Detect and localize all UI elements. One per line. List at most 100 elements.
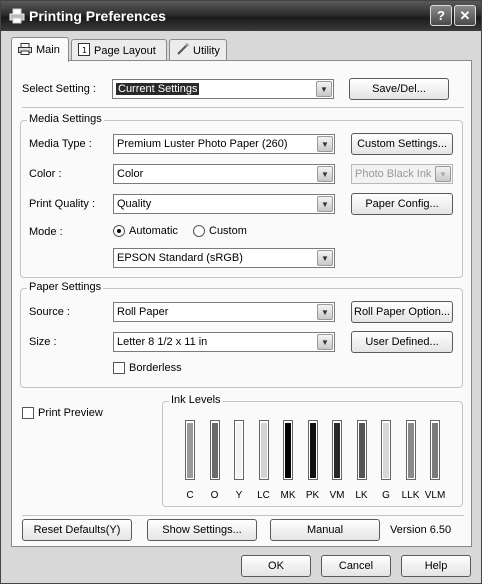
title-bar[interactable]: Printing Preferences	[1, 1, 481, 31]
ink-bar-llk	[405, 420, 416, 480]
chevron-down-icon: ▼	[317, 166, 333, 182]
main-tab-panel: Select Setting : Current Settings ▼ Save…	[11, 60, 472, 547]
ink-fill-mk	[285, 423, 291, 478]
ink-label-mk: MK	[280, 490, 296, 501]
wrench-icon	[176, 42, 189, 59]
print-quality-value: Quality	[117, 198, 152, 210]
roll-paper-option-button[interactable]: Roll Paper Option...	[351, 301, 453, 323]
ink-bar-y	[234, 420, 244, 480]
ok-button[interactable]: OK	[241, 555, 311, 577]
tab-utility[interactable]: Utility	[169, 39, 227, 61]
tab-page-layout-label: Page Layout	[94, 44, 156, 57]
media-settings-group: Media Settings Media Type : Premium Lust…	[20, 113, 463, 278]
tab-main-label: Main	[36, 44, 60, 56]
mode-label: Mode :	[29, 226, 63, 238]
ink-bar-o	[209, 420, 220, 480]
size-dropdown[interactable]: Letter 8 1/2 x 11 in ▼	[113, 332, 335, 352]
show-settings-button[interactable]: Show Settings...	[147, 519, 257, 541]
ink-fill-vm	[334, 423, 340, 478]
color-label: Color :	[29, 168, 62, 180]
media-settings-title: Media Settings	[27, 113, 104, 125]
help-button[interactable]: Help	[401, 555, 471, 577]
ink-bar-lk	[356, 420, 367, 480]
ink-fill-llk	[407, 423, 414, 478]
user-defined-button[interactable]: User Defined...	[351, 331, 453, 353]
ink-label-lc: LC	[257, 490, 270, 501]
reset-defaults-button[interactable]: Reset Defaults(Y)	[22, 519, 132, 541]
help-title-button[interactable]: ?	[430, 5, 452, 26]
cancel-button[interactable]: Cancel	[321, 555, 391, 577]
version-label: Version 6.50	[390, 524, 452, 536]
mode-automatic-label: Automatic	[129, 225, 178, 237]
size-value: Letter 8 1/2 x 11 in	[117, 336, 208, 348]
ink-label-pk: PK	[305, 490, 320, 501]
tab-utility-label: Utility	[193, 44, 220, 57]
ink-label-o: O	[210, 490, 219, 501]
paper-settings-group: Paper Settings Source : Roll Paper ▼ Rol…	[20, 281, 463, 388]
mode-automatic-radio[interactable]: Automatic	[113, 225, 178, 237]
media-type-dropdown[interactable]: Premium Luster Photo Paper (260) ▼	[113, 134, 335, 154]
print-preview-label: Print Preview	[38, 407, 103, 419]
printing-preferences-window: Printing Preferences ? ✕ Main 1 Page Lay…	[0, 0, 482, 584]
printer-app-icon	[9, 8, 25, 24]
borderless-checkbox[interactable]: Borderless	[113, 362, 182, 374]
color-value: Color	[117, 168, 144, 180]
chevron-down-icon: ▼	[316, 81, 332, 97]
print-preview-checkbox[interactable]: Print Preview	[22, 407, 103, 419]
chevron-down-icon: ▼	[317, 136, 333, 152]
color-dropdown[interactable]: Color ▼	[113, 164, 335, 184]
ink-bar-mk	[283, 420, 293, 480]
checkbox-icon	[22, 407, 34, 419]
ink-fill-vlm	[432, 423, 438, 478]
radio-selected-icon	[113, 225, 125, 237]
page-icon: 1	[78, 42, 90, 59]
mode-dropdown[interactable]: EPSON Standard (sRGB) ▼	[113, 248, 335, 268]
radio-unselected-icon	[193, 225, 205, 237]
window-title: Printing Preferences	[29, 8, 166, 24]
ink-fill-lc	[260, 423, 267, 478]
save-del-button[interactable]: Save/Del...	[349, 78, 449, 100]
source-value: Roll Paper	[117, 306, 169, 318]
ink-label-c: C	[186, 490, 194, 501]
ink-fill-g	[383, 423, 389, 478]
chevron-down-icon: ▼	[317, 304, 333, 320]
tab-main[interactable]: Main	[11, 37, 69, 62]
ink-bar-pk	[307, 420, 318, 480]
divider	[22, 107, 464, 108]
select-setting-dropdown[interactable]: Current Settings ▼	[112, 79, 334, 99]
print-quality-label: Print Quality :	[29, 198, 96, 210]
ink-label-y: Y	[235, 490, 243, 501]
ink-bar-vlm	[430, 420, 440, 480]
size-label: Size :	[29, 336, 57, 348]
mode-custom-radio[interactable]: Custom	[193, 225, 247, 237]
mode-value: EPSON Standard (sRGB)	[117, 252, 243, 264]
ink-fill-lk	[358, 423, 365, 478]
divider	[22, 515, 464, 516]
chevron-down-icon: ▼	[317, 196, 333, 212]
help-icon: ?	[437, 8, 445, 23]
ink-label-vm: VM	[329, 490, 345, 501]
checkbox-icon	[113, 362, 125, 374]
paper-config-button[interactable]: Paper Config...	[351, 193, 453, 215]
manual-button[interactable]: Manual	[270, 519, 380, 541]
custom-settings-button[interactable]: Custom Settings...	[351, 133, 453, 155]
close-title-button[interactable]: ✕	[454, 5, 476, 26]
print-quality-dropdown[interactable]: Quality ▼	[113, 194, 335, 214]
source-dropdown[interactable]: Roll Paper ▼	[113, 302, 335, 322]
chevron-down-icon: ▼	[435, 166, 451, 182]
ink-fill-y	[236, 423, 242, 478]
ink-bar-c	[185, 420, 195, 480]
ink-fill-c	[187, 423, 193, 478]
close-icon: ✕	[459, 8, 471, 23]
ink-fill-o	[211, 423, 218, 478]
svg-text:1: 1	[82, 46, 87, 55]
borderless-label: Borderless	[129, 362, 182, 374]
source-label: Source :	[29, 306, 70, 318]
chevron-down-icon: ▼	[317, 334, 333, 350]
ink-label-lk: LK	[355, 490, 368, 501]
ink-type-dropdown[interactable]: Photo Black Ink ▼	[351, 164, 453, 184]
ink-bar-g	[381, 420, 391, 480]
tab-page-layout[interactable]: 1 Page Layout	[71, 39, 167, 61]
ink-levels-group: Ink Levels C O Y LC MK PK VM LK G LLK VLM	[162, 394, 463, 507]
ink-fill-pk	[309, 423, 316, 478]
